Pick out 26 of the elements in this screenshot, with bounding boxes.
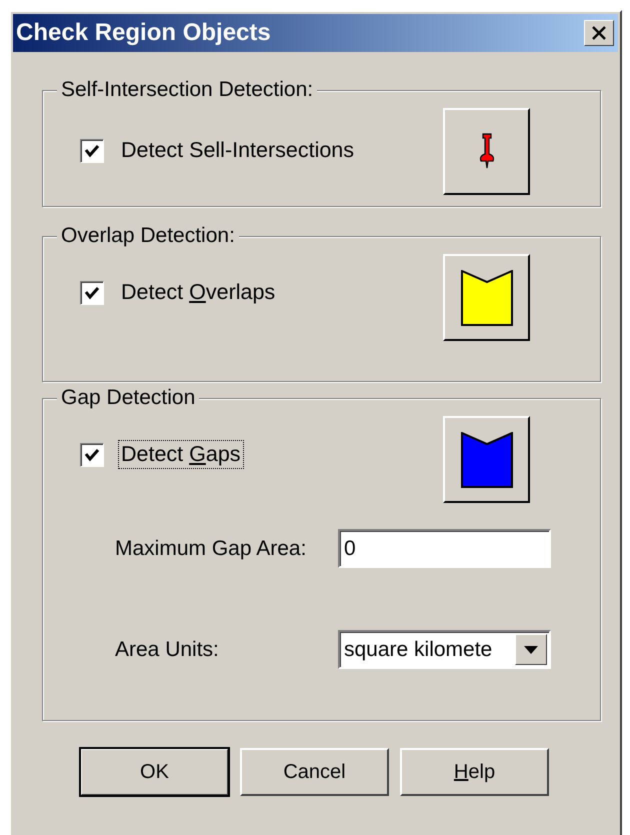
checkbox[interactable]: [80, 442, 104, 466]
dropdown-arrow-button[interactable]: [515, 634, 547, 665]
group-title: Overlap Detection:: [57, 224, 239, 248]
check-mark-icon: [84, 286, 100, 300]
caret-icon: [524, 646, 538, 654]
field-label: Area Units:: [115, 638, 220, 662]
check-mark-icon: [84, 448, 100, 462]
input-field[interactable]: 0: [338, 529, 551, 568]
dialog-button[interactable]: OK: [80, 748, 229, 796]
dialog-button[interactable]: Cancel: [240, 748, 389, 796]
banner-button[interactable]: [443, 416, 530, 503]
dialog-button[interactable]: Help: [400, 748, 549, 796]
units-dropdown[interactable]: square kilomete: [338, 630, 551, 669]
close-icon: [591, 26, 607, 40]
field-label: Maximum Gap Area:: [115, 536, 308, 560]
close-button[interactable]: [584, 20, 614, 46]
checkbox[interactable]: [80, 138, 104, 162]
group-title: Gap Detection: [57, 386, 200, 410]
checkbox-label[interactable]: Detect Overlaps: [118, 278, 278, 307]
checkbox-label[interactable]: Detect Gaps: [118, 440, 244, 469]
check-mark-icon: [84, 144, 100, 158]
pin-button[interactable]: [443, 108, 530, 195]
checkbox[interactable]: [80, 280, 104, 304]
banner-button[interactable]: [443, 254, 530, 341]
window-title: Check Region Objects: [16, 19, 271, 47]
checkbox-label[interactable]: Detect Sell-Intersections: [118, 136, 358, 165]
